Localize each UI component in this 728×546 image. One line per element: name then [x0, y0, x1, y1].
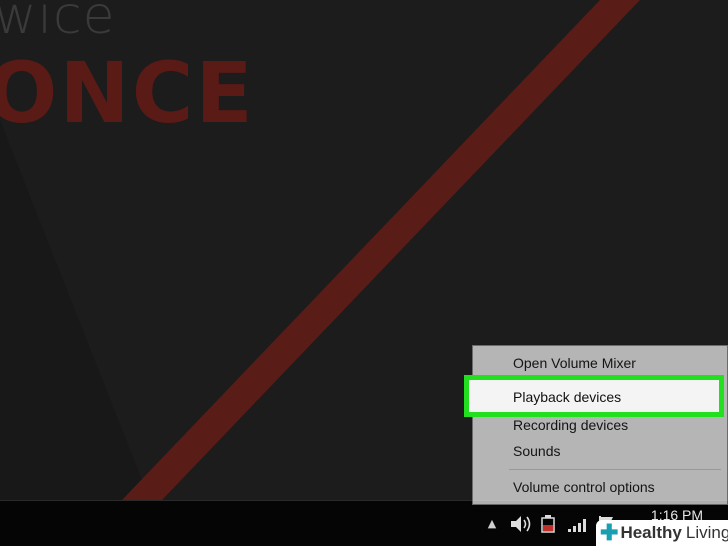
- watermark-logo: ✚ Healthy Living: [596, 520, 728, 546]
- plus-icon: ✚: [600, 520, 619, 545]
- watermark-text-strong: Healthy: [620, 523, 682, 542]
- network-signal-icon[interactable]: [566, 513, 590, 535]
- menu-separator: [509, 469, 721, 470]
- wallpaper-small-text: wice: [0, 0, 116, 46]
- menu-item-playback-devices[interactable]: Playback devices: [513, 384, 621, 410]
- menu-item-volume-control-options[interactable]: Volume control options: [473, 474, 727, 500]
- wallpaper-big-text: ONCE: [0, 44, 255, 142]
- volume-context-menu: Open Volume Mixer Recording devices Soun…: [472, 345, 728, 505]
- power-icon[interactable]: [538, 513, 558, 535]
- menu-item-sounds[interactable]: Sounds: [473, 438, 727, 464]
- watermark-text-light: Living: [685, 523, 728, 542]
- menu-item-open-volume-mixer[interactable]: Open Volume Mixer: [473, 350, 727, 376]
- desktop: wice ONCE ▲ 1:16 PM Open Volume Mixer Re…: [0, 0, 728, 546]
- show-hidden-icons-arrow-icon[interactable]: ▲: [484, 515, 500, 531]
- speaker-icon[interactable]: [508, 513, 534, 535]
